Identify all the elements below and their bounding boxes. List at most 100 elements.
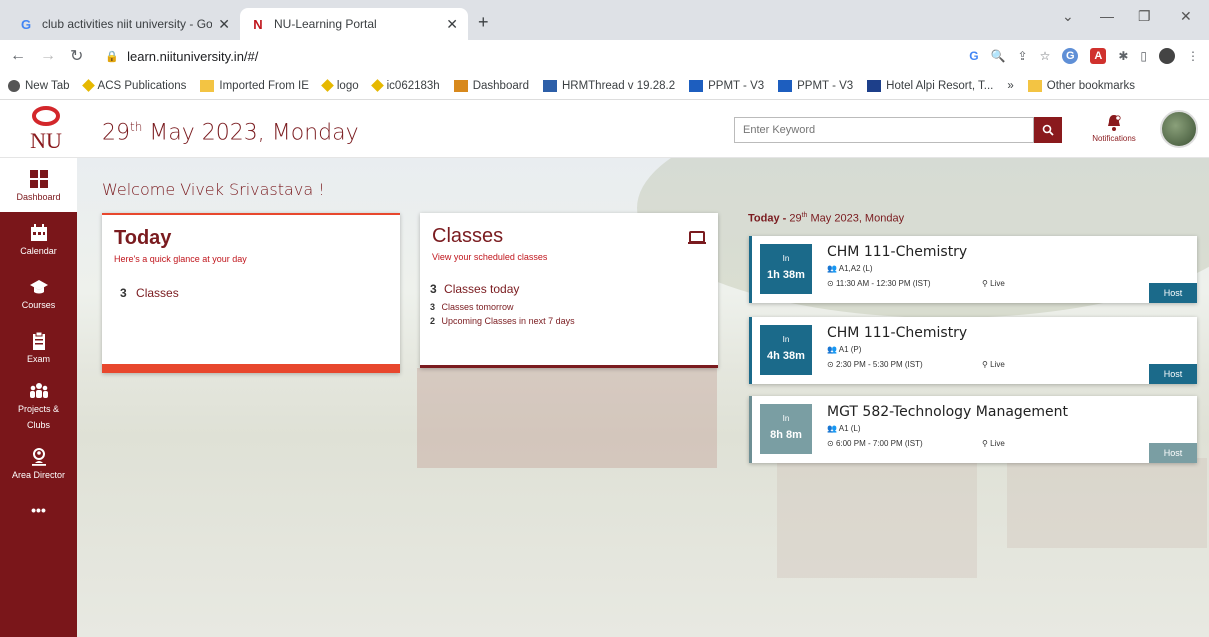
sidebar-item-label: Projects & — [17, 403, 59, 414]
diamond-icon — [81, 79, 95, 92]
search-button[interactable] — [1034, 117, 1062, 143]
host-button[interactable]: Host — [1149, 364, 1197, 384]
close-icon[interactable]: ✕ — [218, 16, 230, 33]
puzzle-icon[interactable]: ✱ — [1118, 49, 1128, 63]
bookmarks-overflow[interactable]: » — [1007, 80, 1013, 92]
host-button[interactable]: Host — [1149, 443, 1197, 463]
group-icon: 👥 — [827, 424, 837, 433]
menu-icon[interactable]: ⋮ — [1187, 49, 1199, 63]
bookmark-item[interactable]: Dashboard — [453, 79, 529, 92]
page-title: 29th May 2023, Monday — [102, 120, 359, 146]
classes-tomorrow-count: 3 — [430, 302, 436, 312]
bookmark-item[interactable]: HRMThread v 19.28.2 — [542, 79, 675, 92]
schedule-item[interactable]: In 1h 38m CHM 111-Chemistry 👥 A1,A2 (L) … — [749, 236, 1197, 303]
sidepanel-icon[interactable]: ▯ — [1140, 49, 1147, 63]
profile-icon[interactable] — [1159, 48, 1175, 64]
classes-tomorrow-stat[interactable]: 3 Classes tomorrow — [430, 302, 718, 312]
welcome-message: Welcome Vivek Srivastava ! — [102, 180, 325, 199]
dashboard-icon — [29, 169, 48, 188]
browser-tab-inactive[interactable]: G club activities niit university - Go ✕ — [8, 8, 240, 40]
tab-title: club activities niit university - Go — [42, 17, 213, 31]
classes-today-stat[interactable]: 3 Classes today — [430, 282, 718, 296]
restore-icon[interactable]: ❐ — [1138, 8, 1151, 25]
person-pin-icon — [31, 447, 46, 466]
class-group: 👥 A1 (L) — [827, 424, 861, 433]
folder-icon — [1027, 79, 1042, 92]
bookmark-item[interactable]: PPMT - V3 — [689, 79, 764, 92]
schedule-heading: Today - 29th May 2023, Monday — [748, 212, 905, 225]
ppmt-icon — [689, 79, 704, 92]
notifications-button[interactable]: Notifications — [1092, 114, 1136, 143]
today-classes-count: 3 — [120, 286, 127, 300]
url-text: learn.niituniversity.in/#/ — [127, 48, 259, 64]
search-icon — [1042, 124, 1054, 136]
globe-icon — [8, 79, 20, 92]
lock-icon: 🔒 — [105, 50, 120, 63]
bookmark-item[interactable]: PPMT - V3 — [778, 79, 853, 92]
class-group: 👥 A1 (P) — [827, 345, 862, 354]
classes-title: Classes — [432, 225, 504, 247]
background-building — [1007, 458, 1207, 548]
bookmark-item[interactable]: New Tab — [8, 79, 70, 92]
browser-tab-active[interactable]: N NU-Learning Portal ✕ — [240, 8, 468, 40]
countdown-badge: In 8h 8m — [760, 404, 812, 454]
minimize-icon[interactable]: — — [1100, 8, 1114, 24]
class-group: 👥 A1,A2 (L) — [827, 264, 873, 273]
classes-subtitle: View your scheduled classes — [432, 252, 548, 262]
host-button[interactable]: Host — [1149, 283, 1197, 303]
class-time: ⊙ 2:30 PM - 5:30 PM (IST) — [827, 360, 923, 369]
laptop-icon — [688, 231, 706, 244]
reload-icon[interactable]: ↻ — [70, 46, 83, 66]
nu-favicon-icon: N — [253, 16, 263, 32]
portal-app: NU 29th May 2023, Monday Notifications D… — [0, 100, 1209, 637]
svg-text:NU: NU — [30, 128, 62, 152]
toolbar-icons: G 🔍 ⇪ ☆ G A ✱ ▯ ⋮ — [969, 48, 1199, 64]
classes-today-count: 3 — [430, 282, 437, 296]
classes-upcoming-count: 2 — [430, 316, 436, 326]
address-input[interactable]: 🔒 learn.niituniversity.in/#/ — [97, 43, 959, 69]
sidebar-item-calendar[interactable]: Calendar — [0, 212, 77, 266]
bookmark-item[interactable]: Imported From IE — [200, 79, 309, 92]
address-bar-row: ← → ↻ 🔒 learn.niituniversity.in/#/ G 🔍 ⇪… — [0, 40, 1209, 72]
bookmark-star-icon[interactable]: ☆ — [1040, 49, 1051, 63]
back-icon[interactable]: ← — [10, 47, 26, 65]
sidebar-item-courses[interactable]: Courses — [0, 266, 77, 320]
schedule-item[interactable]: In 8h 8m MGT 582-Technology Management 👥… — [749, 396, 1197, 463]
bookmark-item[interactable]: Hotel Alpi Resort, T... — [867, 79, 993, 92]
tab-title: NU-Learning Portal — [274, 17, 377, 31]
google-lens-icon[interactable]: G — [969, 49, 978, 63]
extension-icon[interactable]: G — [1062, 48, 1079, 64]
sidebar-item-dashboard[interactable]: Dashboard — [0, 158, 77, 212]
search-input[interactable] — [734, 117, 1034, 143]
chevron-down-icon[interactable]: ⌄ — [1062, 8, 1074, 25]
bookmark-item[interactable]: ic062183h — [370, 79, 440, 92]
share-icon[interactable]: ⇪ — [1018, 49, 1028, 63]
sidebar-item-area-director[interactable]: Area Director — [0, 436, 77, 490]
zoom-icon[interactable]: 🔍 — [991, 49, 1006, 63]
sidebar-item-exam[interactable]: Exam — [0, 320, 77, 374]
classes-upcoming-stat[interactable]: 2 Upcoming Classes in next 7 days — [430, 316, 718, 326]
sidebar-item-more[interactable]: ••• — [0, 490, 77, 530]
portal-header: NU 29th May 2023, Monday Notifications — [0, 100, 1209, 158]
bookmark-item[interactable]: ACS Publications — [81, 79, 186, 92]
extension-red-icon[interactable]: A — [1090, 48, 1107, 64]
window-close-icon[interactable]: ✕ — [1180, 8, 1192, 25]
schedule-item[interactable]: In 4h 38m CHM 111-Chemistry 👥 A1 (P) ⊙ 2… — [749, 317, 1197, 384]
other-bookmarks[interactable]: Other bookmarks — [1027, 79, 1135, 92]
avatar[interactable] — [1160, 110, 1198, 148]
forward-icon[interactable]: → — [40, 47, 56, 65]
sidebar-item-label: Dashboard — [16, 191, 61, 202]
today-title: Today — [114, 227, 172, 249]
classes-card[interactable]: Classes View your scheduled classes 3 Cl… — [420, 213, 718, 368]
close-icon[interactable]: ✕ — [446, 16, 458, 33]
today-classes-stat[interactable]: 3 Classes — [120, 286, 400, 300]
booking-icon — [867, 79, 882, 92]
course-name: CHM 111-Chemistry — [827, 244, 968, 260]
sidebar-item-label: Area Director — [11, 469, 65, 480]
bookmark-item[interactable]: logo — [321, 79, 359, 92]
today-card[interactable]: Today Here's a quick glance at your day … — [102, 213, 400, 373]
google-icon: G — [20, 16, 32, 32]
bell-icon — [1108, 115, 1121, 131]
sidebar-item-projects-clubs[interactable]: Projects & Clubs — [0, 374, 77, 436]
new-tab-icon[interactable]: + — [478, 12, 489, 33]
